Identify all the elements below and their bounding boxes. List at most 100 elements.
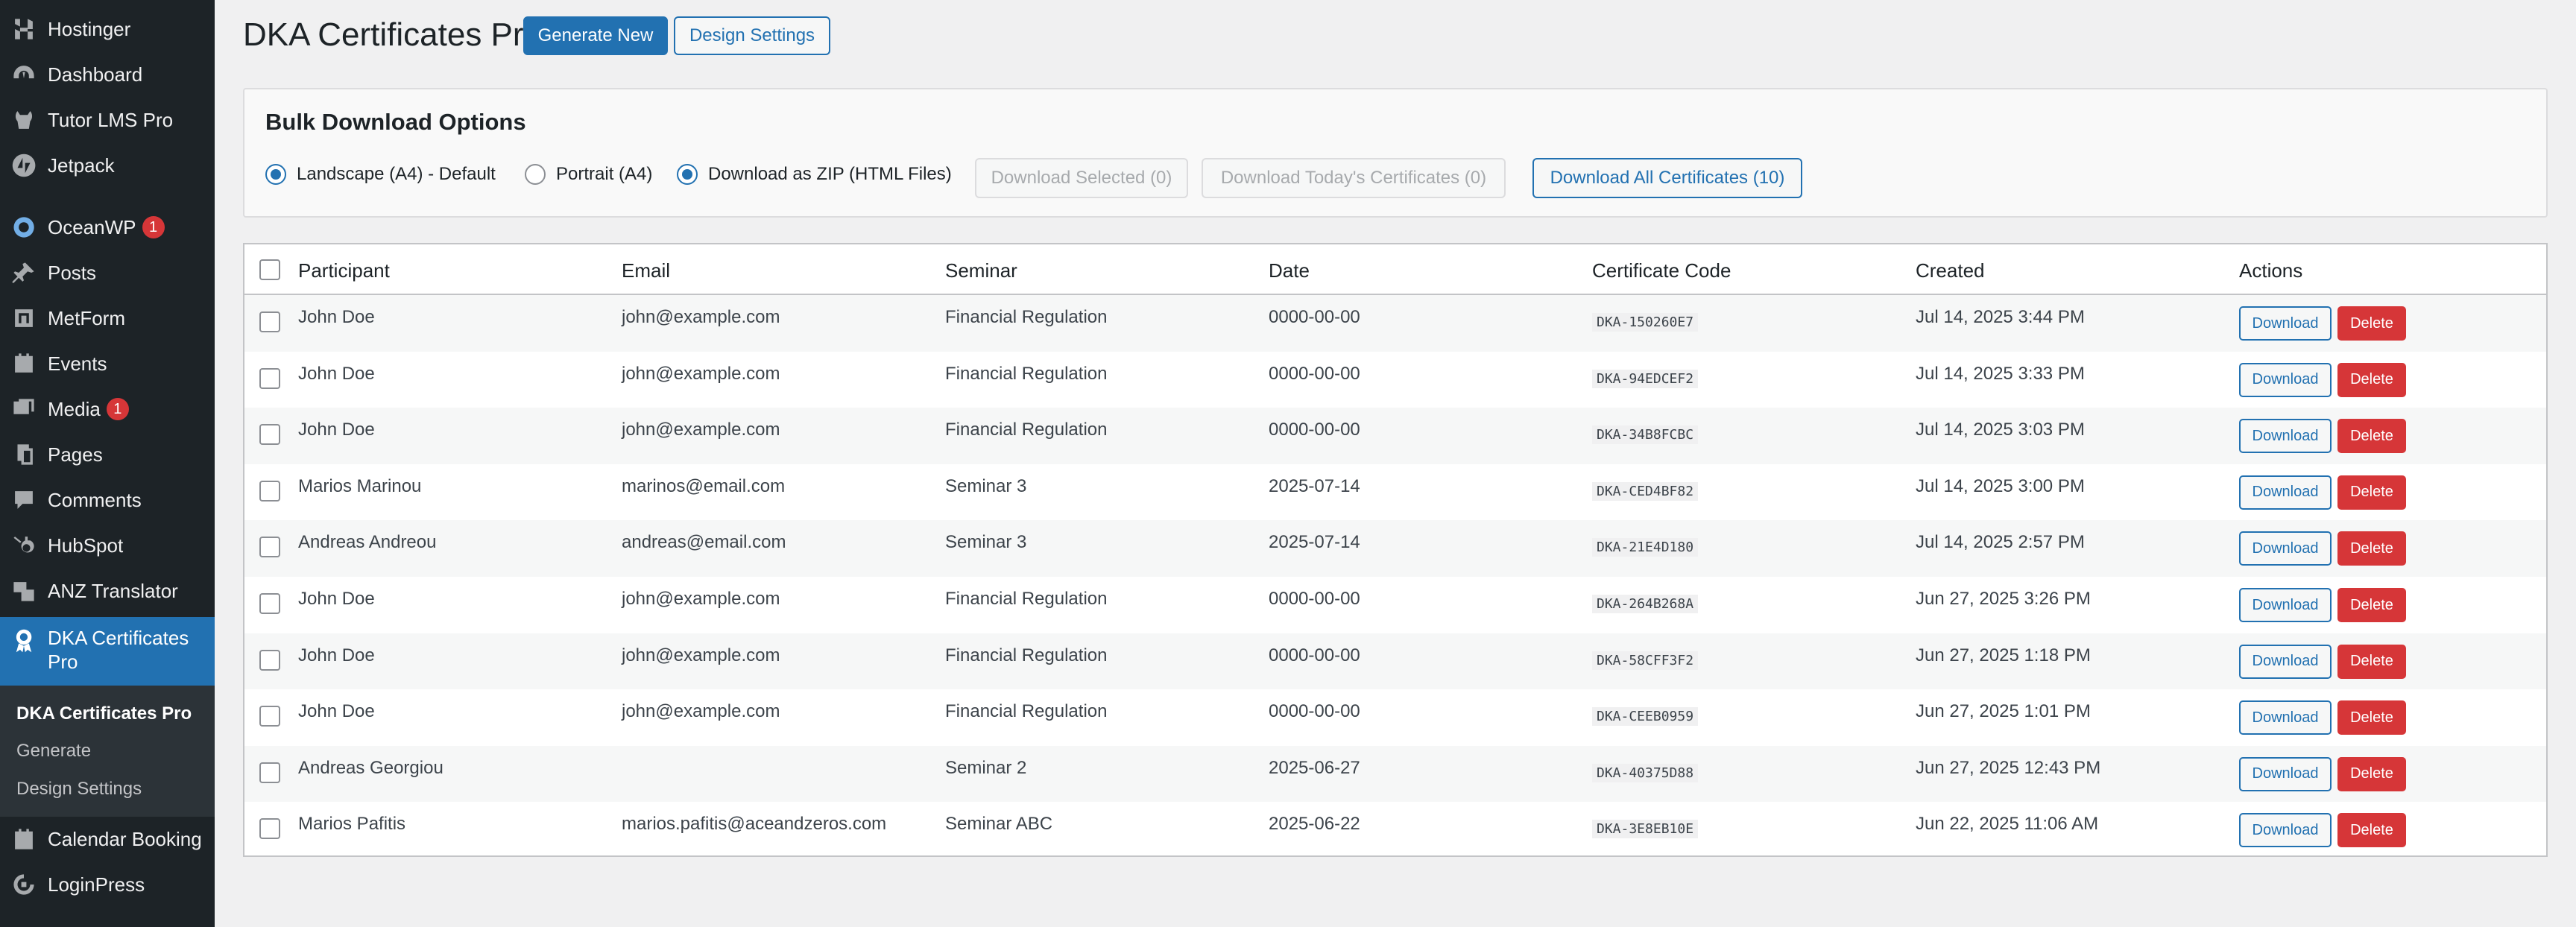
participant-cell: John Doe — [298, 363, 375, 384]
row-checkbox[interactable] — [259, 818, 280, 840]
table-row: John Doe john@example.com Financial Regula… — [244, 352, 2546, 408]
download-selected-button[interactable]: Download Selected (0) — [975, 158, 1188, 198]
sidebar-item-hubspot[interactable]: HubSpot — [0, 523, 215, 568]
sidebar-item-hostinger[interactable]: Hostinger — [0, 7, 215, 51]
row-checkbox[interactable] — [259, 706, 280, 727]
row-checkbox[interactable] — [259, 480, 280, 502]
email-cell: john@example.com — [622, 701, 780, 722]
download-all-button[interactable]: Download All Certificates (10) — [1532, 158, 1802, 198]
sidebar-item-posts[interactable]: Posts — [0, 250, 215, 295]
submenu-item-dka-certificates[interactable]: DKA Certificates Pro — [16, 703, 192, 724]
date-cell: 0000-00-00 — [1269, 420, 1360, 440]
row-checkbox[interactable] — [259, 593, 280, 614]
column-header-certificate-code[interactable]: Certificate Code — [1592, 259, 1731, 282]
table-row: Andreas Georgiou Seminar 2 2025-06-27 DKA-4… — [244, 745, 2546, 803]
date-cell: 2025-06-27 — [1269, 757, 1360, 778]
sidebar-item-calendar-booking[interactable]: Calendar Booking — [0, 817, 215, 861]
row-checkbox[interactable] — [259, 537, 280, 558]
seminar-cell: Seminar 3 — [945, 475, 1027, 496]
landscape-radio-option[interactable]: Landscape (A4) - Default — [265, 164, 496, 185]
created-cell: Jun 27, 2025 1:01 PM — [1916, 701, 2091, 722]
participant-cell: John Doe — [298, 420, 375, 440]
participant-cell: Marios Pafitis — [298, 814, 406, 835]
design-settings-button[interactable]: Design Settings — [674, 16, 830, 55]
delete-button[interactable]: Delete — [2337, 531, 2406, 566]
sidebar-item-pages[interactable]: Pages — [0, 432, 215, 477]
submenu-item-generate[interactable]: Generate — [16, 741, 91, 762]
delete-button[interactable]: Delete — [2337, 813, 2406, 848]
download-button[interactable]: Download — [2239, 588, 2332, 622]
sidebar-item-media[interactable]: Media 1 — [0, 387, 215, 431]
download-button[interactable]: Download — [2239, 644, 2332, 679]
date-cell: 2025-07-14 — [1269, 532, 1360, 553]
sidebar-item-label: Dashboard — [48, 63, 143, 86]
download-button[interactable]: Download — [2239, 700, 2332, 735]
created-cell: Jul 14, 2025 2:57 PM — [1916, 532, 2085, 553]
delete-button[interactable]: Delete — [2337, 588, 2406, 622]
delete-button[interactable]: Delete — [2337, 306, 2406, 341]
delete-button[interactable]: Delete — [2337, 700, 2406, 735]
column-header-participant[interactable]: Participant — [298, 259, 390, 282]
column-header-created[interactable]: Created — [1916, 259, 1985, 282]
portrait-label: Portrait (A4) — [556, 164, 653, 184]
download-button[interactable]: Download — [2239, 475, 2332, 510]
sidebar-item-label: Hostinger — [48, 17, 131, 40]
zip-radio-option[interactable]: Download as ZIP (HTML Files) — [677, 164, 952, 185]
media-icon — [9, 394, 39, 424]
pin-icon — [9, 258, 39, 288]
calendar-icon — [9, 824, 39, 854]
delete-button[interactable]: Delete — [2337, 362, 2406, 397]
sidebar-item-label: Jetpack — [48, 154, 115, 177]
delete-button[interactable]: Delete — [2337, 644, 2406, 679]
sidebar-item-jetpack[interactable]: Jetpack — [0, 143, 215, 188]
landscape-label: Landscape (A4) - Default — [297, 164, 496, 184]
date-cell: 0000-00-00 — [1269, 307, 1360, 327]
certificate-code-cell: DKA-CEEB0959 — [1592, 707, 1699, 727]
sidebar-item-events[interactable]: Events — [0, 341, 215, 386]
zip-radio[interactable] — [677, 164, 698, 185]
delete-button[interactable]: Delete — [2337, 475, 2406, 510]
sidebar-item-anz-translator[interactable]: ANZ Translator — [0, 569, 215, 613]
download-button[interactable]: Download — [2239, 813, 2332, 848]
portrait-radio-option[interactable]: Portrait (A4) — [525, 164, 652, 185]
submenu-item-design-settings[interactable]: Design Settings — [16, 779, 142, 800]
download-today-button[interactable]: Download Today's Certificates (0) — [1202, 158, 1506, 198]
seminar-cell: Financial Regulation — [945, 701, 1108, 722]
row-checkbox[interactable] — [259, 367, 280, 389]
delete-button[interactable]: Delete — [2337, 756, 2406, 791]
delete-button[interactable]: Delete — [2337, 419, 2406, 454]
notification-badge: 1 — [142, 216, 165, 238]
row-checkbox[interactable] — [259, 424, 280, 446]
created-cell: Jul 14, 2025 3:33 PM — [1916, 363, 2085, 384]
sidebar-item-dka-certificates[interactable]: DKA Certificates Pro — [0, 617, 215, 686]
sidebar-item-dashboard[interactable]: Dashboard — [0, 52, 215, 97]
download-button[interactable]: Download — [2239, 531, 2332, 566]
column-header-email[interactable]: Email — [622, 259, 670, 282]
sidebar-item-label: LoginPress — [48, 873, 145, 896]
download-button[interactable]: Download — [2239, 362, 2332, 397]
download-button[interactable]: Download — [2239, 756, 2332, 791]
sidebar-item-comments[interactable]: Comments — [0, 478, 215, 522]
column-header-seminar[interactable]: Seminar — [945, 259, 1017, 282]
row-checkbox[interactable] — [259, 649, 280, 671]
hostinger-icon — [9, 14, 39, 44]
seminar-cell: Seminar ABC — [945, 814, 1053, 835]
sidebar-item-tutor-lms[interactable]: Tutor LMS Pro — [0, 98, 215, 142]
download-button[interactable]: Download — [2239, 419, 2332, 454]
sidebar-item-metform[interactable]: MetForm — [0, 296, 215, 341]
table-row: Marios Pafitis marios.pafitis@aceandzeros… — [244, 802, 2546, 858]
landscape-radio[interactable] — [265, 164, 286, 185]
portrait-radio[interactable] — [525, 164, 546, 185]
sidebar-item-oceanwp[interactable]: OceanWP 1 — [0, 205, 215, 250]
row-checkbox[interactable] — [259, 762, 280, 783]
column-header-date[interactable]: Date — [1269, 259, 1310, 282]
date-cell: 2025-06-22 — [1269, 814, 1360, 835]
sidebar-item-loginpress[interactable]: LoginPress — [0, 862, 215, 907]
row-checkbox[interactable] — [259, 311, 280, 332]
sidebar-item-label: Posts — [48, 261, 97, 284]
generate-new-button[interactable]: Generate New — [523, 16, 668, 55]
download-button[interactable]: Download — [2239, 306, 2332, 341]
certificate-code-cell: DKA-264B268A — [1592, 595, 1699, 613]
select-all-checkbox[interactable] — [259, 259, 280, 280]
translator-icon — [9, 576, 39, 606]
